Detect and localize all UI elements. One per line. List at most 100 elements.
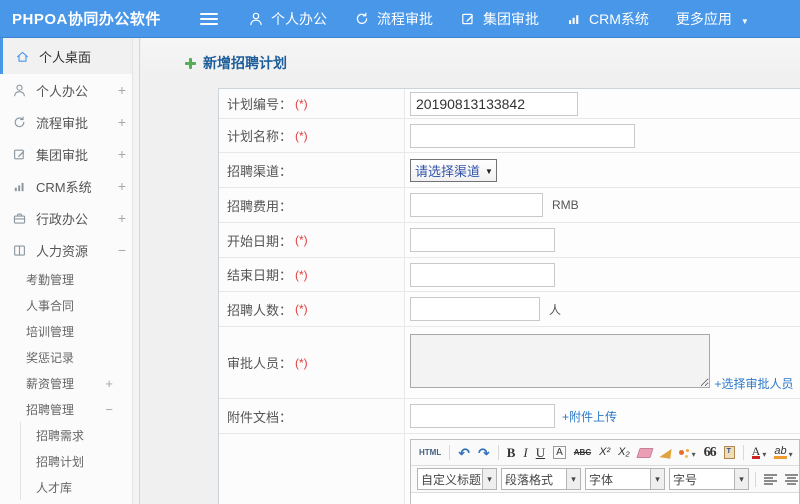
- editor-justify-left-button[interactable]: [761, 469, 780, 489]
- editor-heading-select[interactable]: 自定义标题: [417, 468, 497, 490]
- editor-paragraph-select[interactable]: 段落格式: [501, 468, 581, 490]
- sidebar-item-attendance-mgmt[interactable]: 考勤管理: [0, 266, 139, 292]
- sidebar-item-recruit-mgmt[interactable]: 招聘管理 −: [0, 396, 139, 422]
- sidebar-item-label: 招聘管理: [26, 402, 75, 417]
- workflow-icon: [354, 11, 370, 27]
- editor-source-code-button[interactable]: HTML: [416, 443, 444, 463]
- topnav-item-crm-system[interactable]: CRM系统: [566, 9, 649, 29]
- editor-format-brush-button[interactable]: [657, 443, 674, 463]
- editor-bold-button[interactable]: B: [504, 443, 519, 463]
- sidebar-item-personnel-contract[interactable]: 人事合同: [0, 292, 139, 318]
- chart-icon: [566, 11, 582, 27]
- topnav-item-group-approval[interactable]: 集团审批: [460, 9, 539, 29]
- sidebar-item-recruit-plan[interactable]: 招聘计划: [0, 448, 139, 474]
- form-row: 招聘人数： (*) 人: [219, 292, 800, 327]
- sidebar-item-admin-office[interactable]: 行政办公 +: [0, 202, 139, 234]
- plan-number-input[interactable]: [410, 91, 578, 116]
- attachment-input[interactable]: [410, 404, 555, 428]
- required-marker: (*): [295, 233, 308, 247]
- approver-textarea[interactable]: [410, 334, 710, 388]
- editor-fore-color-button[interactable]: A: [749, 443, 770, 463]
- end-date-input[interactable]: [410, 262, 555, 287]
- sidebar-item-talent-pool[interactable]: 人才库: [0, 474, 139, 500]
- sidebar-item-salary-mgmt[interactable]: 薪资管理 +: [0, 370, 139, 396]
- field-label: 开始日期：: [227, 233, 293, 249]
- start-date-input[interactable]: [410, 228, 555, 252]
- editor-redo-button[interactable]: ↷: [475, 443, 493, 463]
- select-arrow-icon[interactable]: [482, 469, 496, 489]
- sidebar-item-group-approval[interactable]: 集团审批 +: [0, 138, 139, 170]
- sidebar-scrollbar[interactable]: [132, 38, 139, 504]
- topnav-item-workflow-approval[interactable]: 流程审批: [354, 9, 433, 29]
- editor-toolbar-row2: 自定义标题 段落格式: [411, 466, 799, 493]
- topnav-item-personal-office[interactable]: 个人办公: [248, 9, 327, 29]
- editor-back-color-button[interactable]: ab: [771, 443, 795, 463]
- plan-name-input[interactable]: [410, 123, 635, 148]
- topnav-item-label: CRM系统: [589, 10, 649, 27]
- editor-strikethrough-button[interactable]: ABC: [571, 443, 594, 463]
- expand-toggle-icon[interactable]: −: [118, 242, 126, 258]
- auto-typeset-icon: [678, 450, 684, 455]
- sidebar-item-personal-office[interactable]: 个人办公 +: [0, 74, 139, 106]
- sidebar-item-human-resources[interactable]: 人力资源 −: [0, 234, 139, 266]
- app-logo: PHPOA协同办公软件: [12, 11, 161, 28]
- editor-font-border-button[interactable]: A: [550, 443, 569, 463]
- expand-toggle-icon[interactable]: +: [118, 114, 126, 130]
- justify-center-icon: [785, 473, 798, 485]
- editor-undo-button[interactable]: ↶: [455, 443, 473, 463]
- editor-justify-center-button[interactable]: [782, 469, 799, 489]
- editor-blockquote-button[interactable]: 66: [701, 443, 719, 463]
- sidebar-item-workflow-approval[interactable]: 流程审批 +: [0, 106, 139, 138]
- topnav-item-label: 集团审批: [483, 10, 539, 27]
- book-icon: [12, 243, 27, 258]
- sidebar-item-training-mgmt[interactable]: 培训管理: [0, 318, 139, 344]
- editor-remove-format-button[interactable]: [635, 443, 655, 463]
- sidebar-item-crm-system[interactable]: CRM系统 +: [0, 170, 139, 202]
- expand-toggle-icon[interactable]: +: [118, 82, 126, 98]
- page-title-text: 新增招聘计划: [203, 55, 287, 71]
- editor-italic-button[interactable]: I: [520, 443, 530, 463]
- recruit-count-input[interactable]: [410, 297, 540, 321]
- hamburger-menu-icon[interactable]: [200, 12, 218, 25]
- required-marker: (*): [295, 302, 308, 316]
- select-value: 段落格式: [505, 472, 554, 487]
- justify-left-icon: [764, 473, 777, 485]
- sidebar-item-label: 集团审批: [36, 147, 89, 163]
- recruit-channel-select[interactable]: 请选择渠道: [410, 158, 497, 182]
- expand-toggle-icon[interactable]: −: [105, 402, 113, 417]
- editor-ordered-list-button[interactable]: [798, 443, 799, 463]
- expand-toggle-icon[interactable]: +: [118, 178, 126, 194]
- select-arrow-icon[interactable]: [566, 469, 580, 489]
- editor-subscript-button[interactable]: X₂: [615, 443, 633, 463]
- editor-font-size-select[interactable]: 字号: [669, 468, 749, 490]
- expand-toggle-icon[interactable]: +: [105, 376, 113, 391]
- expand-toggle-icon[interactable]: +: [118, 210, 126, 226]
- sidebar-item-label: 考勤管理: [26, 272, 75, 287]
- sidebar-item-reward-punishment[interactable]: 奖惩记录: [0, 344, 139, 370]
- expand-toggle-icon[interactable]: +: [118, 146, 126, 162]
- sidebar-item-personal-desktop[interactable]: 个人桌面: [0, 38, 139, 74]
- editor-auto-typeset-button[interactable]: [676, 443, 699, 463]
- editor-paste-text-button[interactable]: [721, 443, 738, 463]
- topnav-item-more-apps[interactable]: 更多应用: [676, 9, 749, 29]
- editor-content-area[interactable]: [411, 493, 799, 504]
- user-icon: [248, 11, 264, 27]
- recruit-cost-input[interactable]: [410, 193, 543, 217]
- select-arrow-icon[interactable]: [650, 469, 664, 489]
- sidebar-item-label: 人才库: [36, 480, 73, 495]
- editor-superscript-button[interactable]: X²: [596, 443, 613, 463]
- sidebar-item-label: 人事合同: [26, 298, 75, 313]
- approver-link[interactable]: +选择审批人员: [714, 375, 793, 392]
- required-marker: (*): [295, 355, 308, 370]
- field-label: 结束日期：: [227, 268, 293, 283]
- paste-text-icon: [723, 446, 735, 459]
- attachment-link[interactable]: +附件上传: [562, 408, 617, 425]
- recruit-plan-form: 计划编号： (*) 计划名称: [218, 88, 800, 504]
- sidebar-item-recruit-demand[interactable]: 招聘需求: [0, 422, 139, 448]
- top-bar: PHPOA协同办公软件 个人办公 流程审批 集团审批 CRM系统 更多应用 ▼: [0, 0, 800, 38]
- redo-icon: ↷: [477, 444, 490, 461]
- editor-font-family-select[interactable]: 字体: [585, 468, 665, 490]
- sidebar-item-label: 招聘需求: [36, 428, 85, 443]
- editor-underline-button[interactable]: U: [533, 443, 548, 463]
- select-arrow-icon[interactable]: [734, 469, 748, 489]
